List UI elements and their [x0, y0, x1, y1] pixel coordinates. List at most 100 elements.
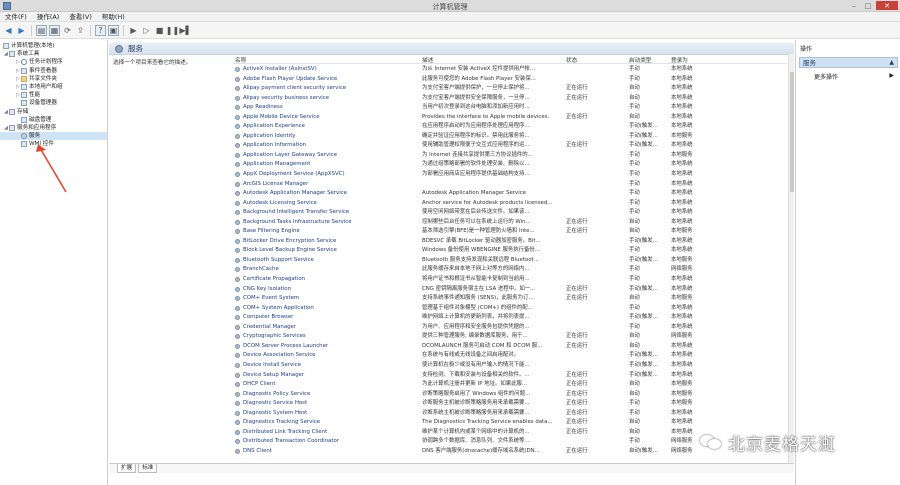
table-row[interactable]: AppX Deployment Service (AppXSVC) 为部署应用商店… [233, 170, 787, 180]
table-row[interactable]: Alipay payment client security service 为支… [233, 84, 787, 94]
menu-help[interactable]: 帮助(H) [102, 12, 125, 21]
table-row[interactable]: Alipay security business service 为支付宝客户端提… [233, 94, 787, 104]
stop-service-icon[interactable]: ■ [154, 25, 165, 36]
table-row[interactable]: Device Setup Manager 支持检测、下载和安装与设备相关的软件。.… [233, 371, 787, 381]
forward-icon[interactable]: ▶ [16, 25, 27, 36]
scrollbar-thumb[interactable] [790, 72, 794, 192]
service-description: 使计算机在极少或没有用户输入的情况下能... [422, 361, 530, 368]
table-row[interactable]: Apple Mobile Device Service Provides the … [233, 113, 787, 123]
table-row[interactable]: Diagnostics Tracking Service The Diagnost… [233, 418, 787, 428]
column-name[interactable]: 名称 [235, 56, 246, 64]
service-gear-icon [235, 257, 240, 263]
service-gear-icon [235, 277, 240, 283]
table-row[interactable]: BitLocker Drive Encryption Service BDESVC… [233, 237, 787, 247]
console-icon[interactable]: ▣ [108, 24, 119, 36]
service-startup-type: 自动 [629, 390, 640, 397]
actions-section-services[interactable]: 服务 ▲ [799, 57, 898, 68]
service-log-on-as: 本地系统 [671, 199, 693, 206]
start-service-alt-icon[interactable]: ▷ [141, 25, 152, 36]
table-row[interactable]: Application Layer Gateway Service 为 Inter… [233, 151, 787, 161]
service-status: 正在运行 [566, 333, 588, 340]
restart-service-icon[interactable]: ▶▌ [179, 25, 191, 36]
service-description: 确定并验证应用程序的标识。禁用此服务将... [422, 132, 530, 139]
service-description: DCOMLAUNCH 服务可启动 COM 和 DCOM 服... [422, 342, 543, 349]
pause-service-icon[interactable]: ❚❚ [166, 25, 179, 36]
service-startup-type: 自动 [629, 228, 640, 235]
table-row[interactable]: Bluetooth Support Service Bluetooth 服务支持发… [233, 256, 787, 266]
table-row[interactable]: Device Install Service 使计算机在极少或没有用户输入的情况下… [233, 361, 787, 371]
service-name: App Readiness [243, 104, 283, 111]
table-row[interactable]: Block Level Backup Engine Service Windows… [233, 246, 787, 256]
service-description: 为此计算机注册并更新 IP 地址。如果此服... [422, 381, 528, 388]
service-startup-type: 手动(触发... [629, 142, 658, 149]
service-gear-icon [235, 238, 240, 244]
table-row[interactable]: BranchCache 此服务缓存来自本地子网上对等方的网络内... 手动 网络服务 [233, 265, 787, 275]
tab-extended[interactable]: 扩展 [117, 464, 137, 473]
column-log-on-as[interactable]: 登录为 [671, 56, 688, 64]
service-gear-icon [235, 114, 240, 120]
table-row[interactable]: Cryptographic Services 提供三种管理服务: 编录数据库服务，… [233, 332, 787, 342]
service-name: Apple Mobile Device Service [243, 113, 320, 120]
table-row[interactable]: Diagnostic Service Host 诊断服务主机被诊断策略服务用来承载… [233, 399, 787, 409]
table-row[interactable]: Computer Browser 维护网络上计算机的更新列表，并将列表提... 手动… [233, 313, 787, 323]
menu-view[interactable]: 查看(V) [69, 12, 92, 21]
service-gear-icon [235, 353, 240, 359]
service-startup-type: 自动 [629, 295, 640, 302]
table-row[interactable]: Device Association Service 在系统与有线或无线设备之间启… [233, 351, 787, 361]
window-title: 计算机管理 [432, 3, 468, 11]
service-status: 正在运行 [566, 447, 588, 454]
service-startup-type: 手动 [629, 247, 640, 254]
table-row[interactable]: Diagnostic System Host 诊断系统主机被诊断策略服务用来承载需… [233, 409, 787, 419]
back-icon[interactable]: ◀ [3, 25, 14, 36]
table-row[interactable]: Application Management 为通过组策略部署的软件处理安装、删除… [233, 160, 787, 170]
table-row[interactable]: Autodesk Application Manager Service Auto… [233, 189, 787, 199]
service-description: 使用空闲网络带宽在后台传送文件。如果该... [422, 209, 530, 216]
close-button[interactable]: ✕ [876, 1, 898, 10]
table-row[interactable]: COM+ Event System 支持系统事件通知服务 (SENS)，此服务为订… [233, 294, 787, 304]
table-row[interactable]: DHCP Client 为此计算机注册并更新 IP 地址。如果此服... 正在运行 自… [233, 380, 787, 390]
service-log-on-as: 本地系统 [671, 180, 693, 187]
table-row[interactable]: Credential Manager 为用户、应用程序和安全服务包提供凭据的...… [233, 323, 787, 333]
export-icon[interactable]: ⇪ [75, 25, 86, 36]
column-startup-type[interactable]: 启动类型 [629, 56, 651, 64]
table-row[interactable]: Autodesk Licensing Service Anchor service… [233, 199, 787, 209]
table-body: ActiveX Installer (AxInstSV) 为从 Internet … [233, 65, 787, 456]
table-row[interactable]: ArcGIS License Manager 手动 本地系统 [233, 180, 787, 190]
table-row[interactable]: Adobe Flash Player Update Service 此服务可使您的… [233, 75, 787, 85]
minimize-button[interactable]: – [848, 1, 860, 10]
service-gear-icon [235, 76, 240, 82]
service-gear-icon [235, 229, 240, 235]
table-row[interactable]: Diagnostic Policy Service 诊断策略服务启用了 Windo… [233, 390, 787, 400]
column-status[interactable]: 状态 [566, 56, 577, 64]
table-row[interactable]: Background Tasks Infrastructure Service 控… [233, 218, 787, 228]
tab-standard[interactable]: 标准 [138, 464, 158, 473]
maximize-button[interactable]: □ [862, 1, 874, 10]
vertical-scrollbar[interactable] [788, 54, 794, 469]
show-tree-icon[interactable]: ▤ [36, 24, 47, 36]
start-service-icon[interactable]: ▶ [128, 25, 139, 36]
table-row[interactable]: DCOM Server Process Launcher DCOMLAUNCH 服… [233, 342, 787, 352]
refresh-icon[interactable]: ⟳ [62, 25, 73, 36]
service-gear-icon [235, 67, 240, 72]
table-row[interactable]: App Readiness 当用户初次登录到这台电脑和添加新应用时... 手动 本地系… [233, 103, 787, 113]
table-row[interactable]: Background Intelligent Transfer Service 使… [233, 208, 787, 218]
service-gear-icon [235, 420, 240, 426]
help-icon[interactable]: ? [95, 24, 106, 36]
table-row[interactable]: Application Experience 在应用程序启动时为应用程序处理应用程… [233, 122, 787, 132]
service-description: 基本筛选引擎(BFE)是一种管理防火墙和 Inte... [422, 228, 535, 235]
service-status: 正在运行 [566, 113, 588, 120]
column-description[interactable]: 描述 [422, 56, 433, 64]
properties-icon[interactable]: ▦ [49, 24, 60, 36]
table-row[interactable]: Certificate Propagation 将用户证书和根证书从智能卡复制到当… [233, 275, 787, 285]
menu-action[interactable]: 操作(A) [37, 12, 60, 21]
collapse-up-icon[interactable]: ▲ [889, 58, 894, 68]
more-actions[interactable]: 更多操作 ▶ [796, 68, 900, 81]
service-gear-icon [235, 362, 240, 368]
table-row[interactable]: Application Identity 确定并验证应用程序的标识。禁用此服务将.… [233, 132, 787, 142]
table-row[interactable]: ActiveX Installer (AxInstSV) 为从 Internet … [233, 65, 787, 75]
table-row[interactable]: CNG Key Isolation CNG 密钥隔离服务宿主在 LSA 进程中。如… [233, 285, 787, 295]
table-row[interactable]: Base Filtering Engine 基本筛选引擎(BFE)是一种管理防火墙… [233, 227, 787, 237]
table-row[interactable]: Application Information 使用辅助管理权限便于交互式应用程序… [233, 141, 787, 151]
table-row[interactable]: COM+ System Application 管理基于组件对象模型 (COM+)… [233, 304, 787, 314]
menu-file[interactable]: 文件(F) [5, 12, 27, 21]
